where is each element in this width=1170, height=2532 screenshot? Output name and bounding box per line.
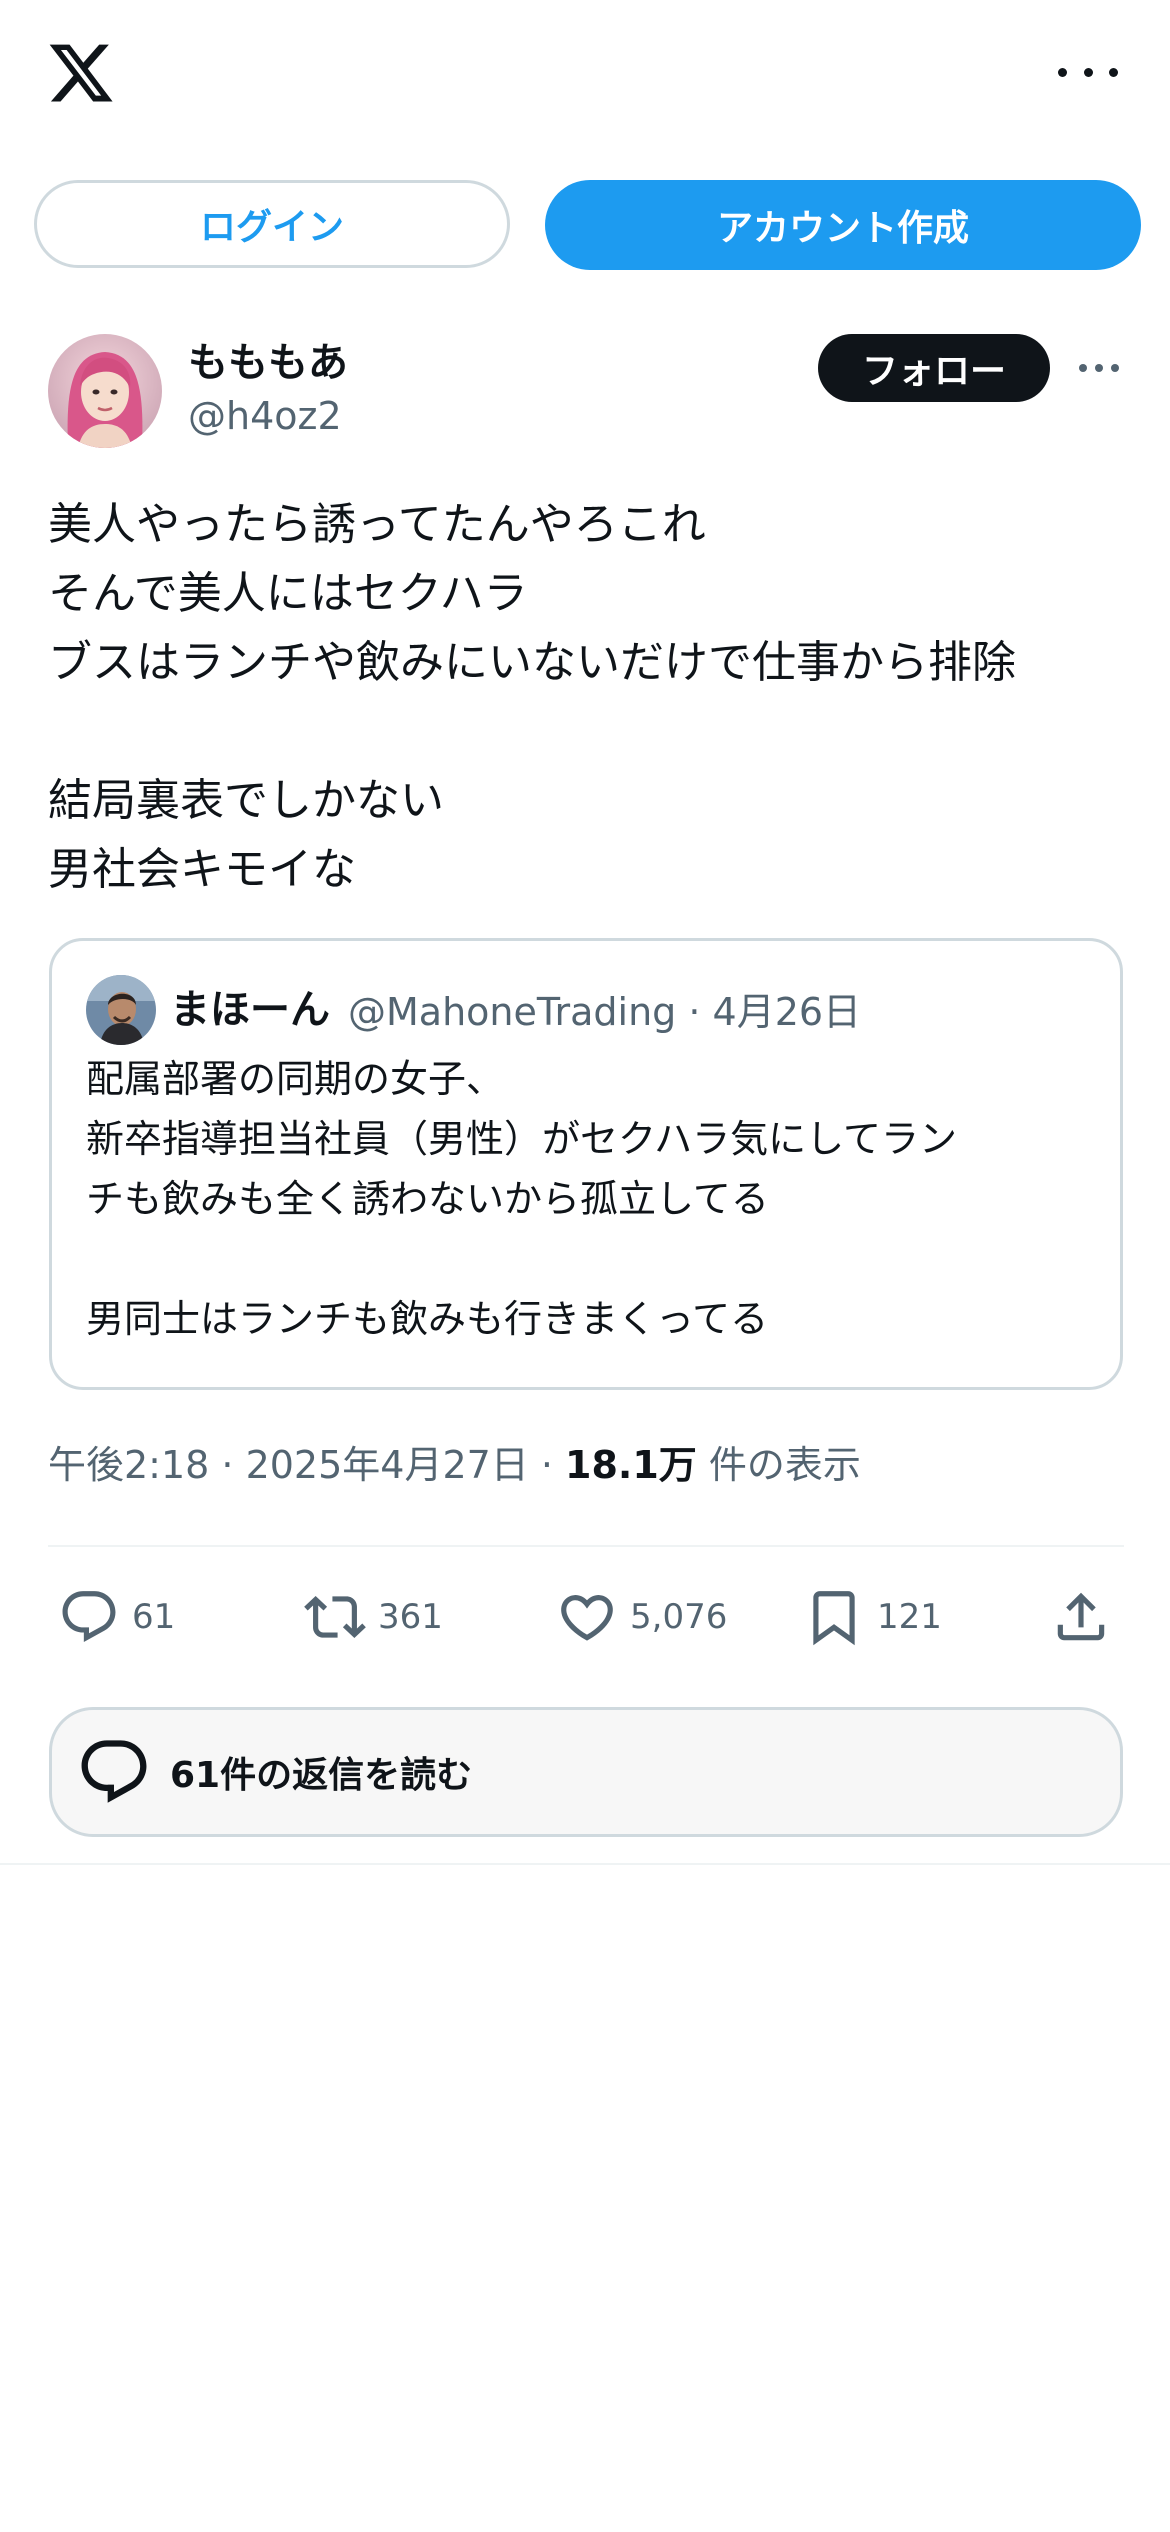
quote-author-name: まほーん [170, 987, 330, 1033]
tweet-line: 結局裏表でしかない [48, 775, 444, 826]
tweet-line: そんで美人にはセクハラ [48, 568, 528, 619]
reply-count: 61 [132, 1597, 176, 1637]
repost-icon [304, 1596, 366, 1638]
quote-avatar[interactable] [86, 975, 156, 1045]
views-suffix: 件の表示 [696, 1443, 861, 1487]
tweet-line: 男社会キモイな [48, 844, 356, 895]
views-count: 18.1万 [565, 1443, 697, 1487]
timestamp-text[interactable]: 午後2:18 · 2025年4月27日 · [48, 1443, 565, 1487]
tweet-line: ブスはランチや飲みにいないだけで仕事から排除 [48, 637, 1016, 688]
tweet-timestamp: 午後2:18 · 2025年4月27日 · 18.1万 件の表示 [48, 1434, 861, 1489]
tweet-line [48, 697, 1128, 766]
follow-button[interactable]: フォロー [818, 334, 1050, 402]
quote-line: チも飲みも全く誘わないから孤立してる [86, 1177, 769, 1221]
create-account-button[interactable]: アカウント作成 [545, 180, 1141, 270]
read-replies-label: 61件の返信を読む [170, 1755, 473, 1796]
login-button[interactable]: ログイン [34, 180, 510, 268]
reply-button[interactable]: 61 [58, 1585, 175, 1649]
like-count: 5,076 [630, 1597, 728, 1637]
x-logo-icon[interactable] [46, 38, 116, 108]
reply-icon [62, 1591, 116, 1643]
divider [48, 1545, 1124, 1547]
bookmark-icon [813, 1591, 855, 1646]
quote-meta: @MahoneTrading · 4月26日 [348, 990, 862, 1034]
quote-text: 配属部署の同期の女子、 新卒指導担当社員（男性）がセクハラ気にしてラン チも飲み… [86, 1049, 1096, 1349]
more-horizontal-icon[interactable] [1058, 50, 1118, 94]
chat-bubble-icon [81, 1740, 147, 1803]
tweet-line: 美人やったら誘ってたんやろこれ [48, 499, 706, 550]
bookmark-count: 121 [877, 1597, 942, 1637]
quote-line: 新卒指導担当社員（男性）がセクハラ気にしてラン [86, 1117, 957, 1161]
author-name[interactable]: もももあ [188, 330, 348, 388]
repost-count: 361 [378, 1597, 443, 1637]
like-button[interactable]: 5,076 [556, 1585, 727, 1649]
divider [0, 1863, 1170, 1865]
quote-line: 配属部署の同期の女子、 [86, 1057, 505, 1101]
repost-button[interactable]: 361 [304, 1585, 443, 1649]
avatar[interactable] [48, 334, 162, 448]
share-button[interactable] [1050, 1585, 1112, 1649]
quote-line: 男同士はランチも飲みも行きまくってる [86, 1297, 769, 1341]
tweet-text: 美人やったら誘ってたんやろこれ そんで美人にはセクハラ ブスはランチや飲みにいな… [48, 490, 1128, 904]
heart-icon [561, 1595, 613, 1641]
author-handle[interactable]: @h4oz2 [188, 394, 342, 438]
quote-line [86, 1229, 1096, 1289]
read-replies-button[interactable]: 61件の返信を読む [49, 1707, 1123, 1837]
share-icon [1057, 1592, 1105, 1641]
more-horizontal-icon[interactable] [1079, 362, 1119, 374]
bookmark-button[interactable]: 121 [803, 1585, 942, 1649]
quoted-tweet[interactable]: まほーん @MahoneTrading · 4月26日 配属部署の同期の女子、 … [49, 938, 1123, 1390]
